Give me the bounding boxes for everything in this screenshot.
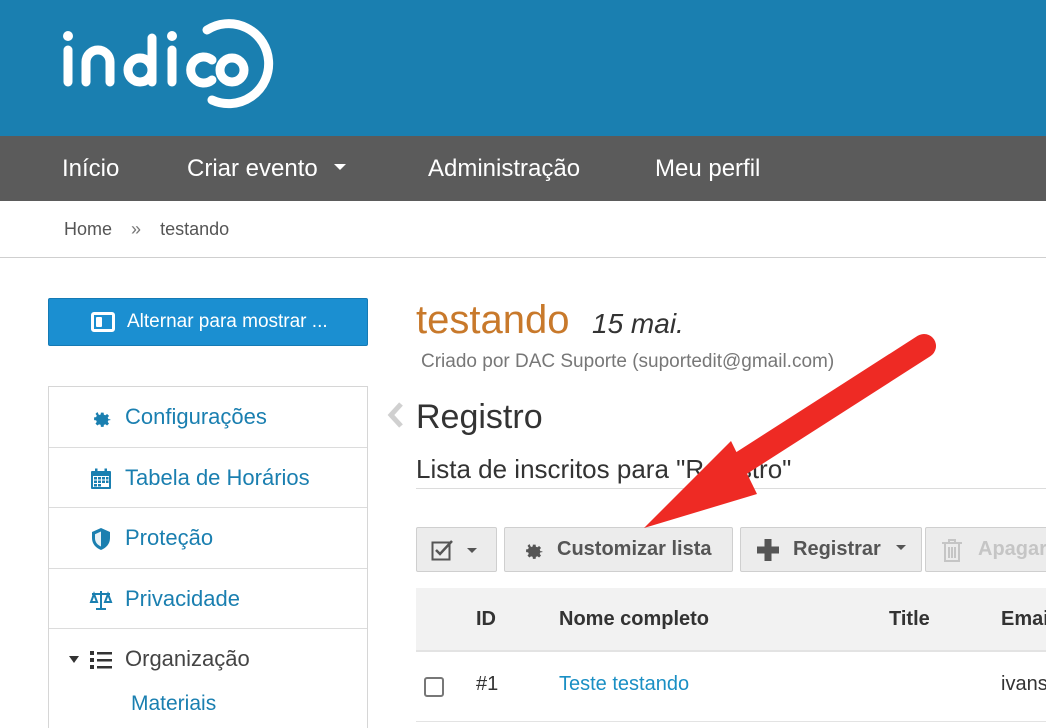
column-header-email[interactable]: Email [1001, 588, 1046, 650]
nav-meu-perfil-label: Meu perfil [655, 155, 761, 182]
caret-down-icon [896, 545, 907, 551]
event-created-by: Criado por DAC Suporte (suportedit@gmail… [421, 351, 835, 372]
nav-administracao[interactable]: Administração [428, 136, 580, 201]
row-checkbox[interactable] [424, 677, 444, 697]
sidebar-menu: Configurações Tabela de Horários Proteçã… [48, 386, 368, 728]
customize-list-label: Customizar lista [557, 538, 712, 560]
sidebar-subitem-label: Materiais [131, 691, 217, 715]
delete-label: Apagar [978, 538, 1046, 560]
nav-administracao-label: Administração [428, 155, 581, 182]
indico-logo[interactable] [62, 14, 302, 110]
main-navbar: Início Criar evento Administração Meu pe… [0, 136, 1046, 201]
sidebar-item-configuracoes[interactable]: Configurações [49, 387, 367, 448]
sidebar-item-tabela-de-horarios[interactable]: Tabela de Horários [49, 448, 367, 508]
checkbox-checked-icon [431, 540, 453, 561]
breadcrumb-divider [0, 257, 1046, 258]
plus-icon [757, 539, 779, 561]
trash-icon [942, 539, 962, 562]
caret-down-icon [333, 163, 346, 170]
page-subtitle: Lista de inscritos para "Registro" [416, 454, 792, 484]
column-header-id[interactable]: ID [476, 588, 496, 650]
toggle-display-label: Alternar para mostrar ... [127, 311, 328, 332]
nav-criar-evento-label: Criar evento [187, 155, 318, 182]
site-header [0, 0, 1046, 136]
chevron-left-icon[interactable] [386, 400, 406, 430]
nav-meu-perfil[interactable]: Meu perfil [655, 136, 760, 201]
scales-icon [89, 590, 113, 610]
page-title: Registro [416, 398, 543, 436]
sidebar-item-label: Organização [125, 646, 250, 671]
nav-inicio-label: Início [62, 155, 120, 182]
toggle-display-button[interactable]: Alternar para mostrar ... [48, 298, 368, 346]
sidebar-subitem-materiais[interactable]: Materiais [49, 690, 367, 718]
toggle-icon [91, 312, 115, 332]
subtitle-divider [416, 488, 1046, 489]
customize-list-button[interactable]: Customizar lista [504, 527, 733, 572]
row-name-link[interactable]: Teste testando [559, 673, 689, 696]
nav-inicio[interactable]: Início [62, 136, 119, 201]
gear-icon [526, 544, 543, 559]
shield-icon [92, 528, 110, 550]
sidebar-item-protecao[interactable]: Proteção [49, 508, 367, 569]
register-dropdown-button[interactable]: Registrar [740, 527, 922, 572]
caret-down-icon [69, 656, 79, 663]
caret-down-icon [467, 548, 477, 553]
breadcrumb-separator: » [131, 219, 142, 239]
delete-button[interactable]: Apagar [925, 527, 1046, 572]
sidebar-item-label: Proteção [125, 525, 214, 550]
sidebar-item-label: Tabela de Horários [125, 464, 310, 490]
table-header-divider [416, 650, 1046, 652]
row-id: #1 [476, 673, 499, 695]
gear-icon [94, 412, 111, 427]
breadcrumb-home[interactable]: Home [64, 219, 112, 239]
select-dropdown-button[interactable] [416, 527, 497, 572]
column-header-name[interactable]: Nome completo [559, 588, 709, 650]
sidebar-item-privacidade[interactable]: Privacidade [49, 569, 367, 629]
calendar-icon [91, 468, 111, 489]
event-title[interactable]: testando [416, 298, 569, 343]
column-header-title[interactable]: Title [889, 588, 930, 650]
table-row-divider [416, 721, 1046, 722]
breadcrumb: Home » testando [64, 219, 243, 240]
sidebar-item-organizacao[interactable]: Organização [49, 629, 367, 690]
row-email: ivans [1001, 673, 1046, 695]
sidebar-item-label: Configurações [125, 404, 267, 429]
list-icon [90, 651, 112, 669]
register-label: Registrar [793, 538, 881, 560]
breadcrumb-current[interactable]: testando [160, 219, 229, 239]
nav-criar-evento[interactable]: Criar evento [187, 136, 346, 201]
event-date: 15 mai. [592, 308, 684, 339]
sidebar-item-label: Privacidade [125, 585, 240, 611]
table-header: ID Nome completo Title Email [416, 588, 1046, 650]
